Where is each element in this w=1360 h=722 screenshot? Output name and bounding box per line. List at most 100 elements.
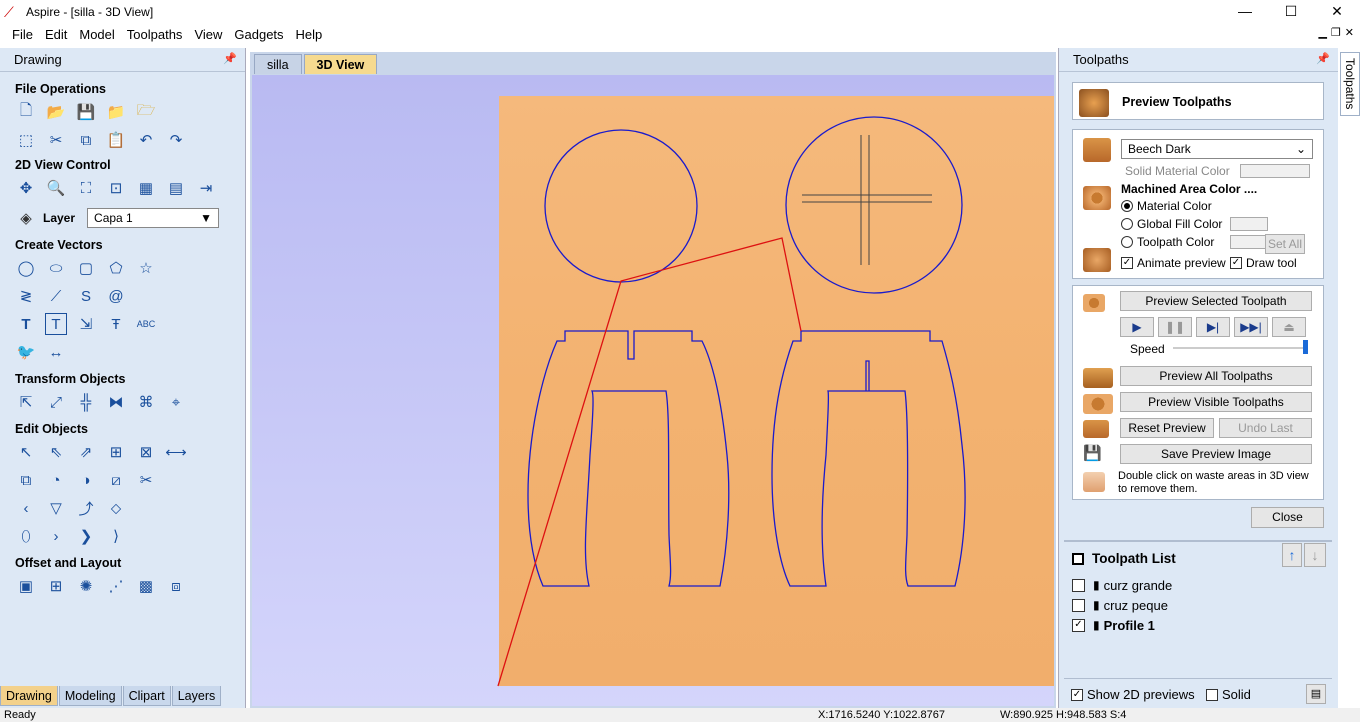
spiral-s-icon[interactable]: S <box>75 285 97 307</box>
measure-icon[interactable]: ⟷ <box>165 441 187 463</box>
polygon-icon[interactable]: ⬠ <box>105 257 127 279</box>
toolpath-item[interactable]: ✓ ▮ Profile 1 <box>1072 615 1332 635</box>
subtract-icon[interactable]: ◔ <box>45 469 67 491</box>
zoom-icon[interactable]: 🔍 <box>45 177 67 199</box>
pause-button[interactable]: ❚❚ <box>1158 317 1192 337</box>
view-export-icon[interactable]: ⇥ <box>195 177 217 199</box>
zoom-selection-icon[interactable]: ⊡ <box>105 177 127 199</box>
join-icon[interactable]: ⧄ <box>105 469 127 491</box>
menu-edit[interactable]: Edit <box>39 24 73 46</box>
new-file-icon[interactable]: 🗋 <box>15 101 37 123</box>
pan-icon[interactable]: ✥ <box>15 177 37 199</box>
speed-slider-track[interactable] <box>1173 347 1307 349</box>
copy-icon[interactable]: ⧉ <box>75 129 97 151</box>
toolpath-color-picker[interactable] <box>1230 235 1269 249</box>
star-icon[interactable]: ☆ <box>135 257 157 279</box>
menu-view[interactable]: View <box>188 24 228 46</box>
preview-selected-button[interactable]: Preview Selected Toolpath <box>1120 291 1312 311</box>
global-fill-color-picker[interactable] <box>1230 217 1269 231</box>
select-icon[interactable]: ↖ <box>15 441 37 463</box>
ungroup-icon[interactable]: ⊠ <box>135 441 157 463</box>
mdi-close-icon[interactable]: ✕ <box>1345 26 1354 39</box>
radio-material-color-button[interactable] <box>1121 200 1133 212</box>
close-button[interactable]: Close <box>1251 507 1324 528</box>
menu-toolpaths[interactable]: Toolpaths <box>121 24 189 46</box>
intersect-icon[interactable]: ◑ <box>75 469 97 491</box>
chamfer-icon[interactable]: ❯ <box>75 525 97 547</box>
rectangle-icon[interactable]: ▢ <box>75 257 97 279</box>
scale-icon[interactable]: ⤢ <box>45 391 67 413</box>
menu-model[interactable]: Model <box>73 24 120 46</box>
nesting-icon[interactable]: ▩ <box>135 575 157 597</box>
distort-icon[interactable]: ⌘ <box>135 391 157 413</box>
group-icon[interactable]: ⊞ <box>105 441 127 463</box>
auto-text-icon[interactable]: Ŧ <box>105 313 127 335</box>
speed-slider-handle[interactable] <box>1303 340 1308 354</box>
mdi-minimize-icon[interactable]: ▁ <box>1318 26 1326 39</box>
radio-global-fill[interactable]: Global Fill Color <box>1121 217 1269 231</box>
tab-modeling[interactable]: Modeling <box>58 686 122 706</box>
smooth-icon[interactable]: ⬦ <box>105 497 127 519</box>
step-button[interactable]: ▶| <box>1196 317 1230 337</box>
trace-bitmap-icon[interactable]: 🐦 <box>15 341 37 363</box>
solid-color-picker[interactable] <box>1239 164 1310 178</box>
toolpath-summary-button[interactable]: ▤ <box>1306 684 1326 704</box>
draw-tool-checkbox[interactable]: ✓ Draw tool <box>1230 256 1297 270</box>
circle-icon[interactable]: ◯ <box>15 257 37 279</box>
undo-last-button[interactable]: Undo Last <box>1219 418 1312 438</box>
radio-material-color[interactable]: Material Color <box>1121 199 1212 213</box>
menu-help[interactable]: Help <box>290 24 329 46</box>
side-tab-toolpaths[interactable]: Toolpaths <box>1340 52 1360 116</box>
offset-icon[interactable]: ▣ <box>15 575 37 597</box>
radio-global-fill-button[interactable] <box>1121 218 1133 230</box>
pin-icon[interactable]: 📌 <box>223 52 237 65</box>
text-block-icon[interactable]: T <box>45 313 67 335</box>
cut-icon[interactable]: ✂ <box>45 129 67 151</box>
split-icon[interactable]: ⟩ <box>105 525 127 547</box>
tab-drawing[interactable]: Drawing <box>0 686 58 706</box>
mirror-icon[interactable]: ⧓ <box>105 391 127 413</box>
view-options-icon[interactable]: ▦ <box>135 177 157 199</box>
toolpath-item[interactable]: ▮ curz grande <box>1072 575 1332 595</box>
paste-icon[interactable]: 📋 <box>105 129 127 151</box>
dimension-icon[interactable]: ↔ <box>45 341 67 363</box>
show-2d-check[interactable]: ✓ <box>1071 688 1083 701</box>
move-icon[interactable]: ⇱ <box>15 391 37 413</box>
grid-icon[interactable]: ▤ <box>165 177 187 199</box>
minimize-button[interactable]: — <box>1222 0 1268 24</box>
preview-visible-button[interactable]: Preview Visible Toolpaths <box>1120 392 1312 412</box>
tab-silla[interactable]: silla <box>254 54 302 74</box>
close-vector-icon[interactable]: ⤴ <box>75 497 97 519</box>
import-icon[interactable]: 📁 <box>105 101 127 123</box>
3d-viewport[interactable] <box>252 75 1054 706</box>
ellipse-icon[interactable]: ⬭ <box>45 257 67 279</box>
node-edit-icon[interactable]: ⇖ <box>45 441 67 463</box>
curve-fit-icon[interactable]: ⬯ <box>15 525 37 547</box>
move-down-button[interactable]: ↓ <box>1304 543 1326 567</box>
import-bitmap-icon[interactable]: 🗁 <box>135 101 157 123</box>
curve-icon[interactable]: ⟋ <box>45 285 67 307</box>
trim-icon[interactable]: ✂ <box>135 469 157 491</box>
tab-3d-view[interactable]: 3D View <box>303 54 378 74</box>
undo-icon[interactable]: ↶ <box>135 129 157 151</box>
solid-checkbox[interactable]: Solid <box>1206 687 1251 702</box>
stop-button[interactable]: ⏏ <box>1272 317 1306 337</box>
array-icon[interactable]: ⊞ <box>45 575 67 597</box>
spiral-icon[interactable]: @ <box>105 285 127 307</box>
pin-icon[interactable]: 📌 <box>1316 52 1330 65</box>
redo-icon[interactable]: ↷ <box>165 129 187 151</box>
toolpath-checkbox[interactable] <box>1072 578 1085 592</box>
toolpath-checkbox[interactable] <box>1072 598 1085 612</box>
material-dropdown[interactable]: Beech Dark ⌄ <box>1121 139 1313 159</box>
save-preview-button[interactable]: Save Preview Image <box>1120 444 1312 464</box>
circular-array-icon[interactable]: ✺ <box>75 575 97 597</box>
move-up-button[interactable]: ↑ <box>1282 543 1302 567</box>
play-button[interactable]: ▶ <box>1120 317 1154 337</box>
node-icon[interactable]: ▽ <box>45 497 67 519</box>
align-icon[interactable]: ╬ <box>75 391 97 413</box>
reset-preview-button[interactable]: Reset Preview <box>1120 418 1214 438</box>
zoom-extents-icon[interactable]: ⛶ <box>75 177 97 199</box>
text-arc-icon[interactable]: ABC <box>135 313 157 335</box>
interactive-select-icon[interactable]: ⇗ <box>75 441 97 463</box>
text-on-curve-icon[interactable]: ⇲ <box>75 313 97 335</box>
